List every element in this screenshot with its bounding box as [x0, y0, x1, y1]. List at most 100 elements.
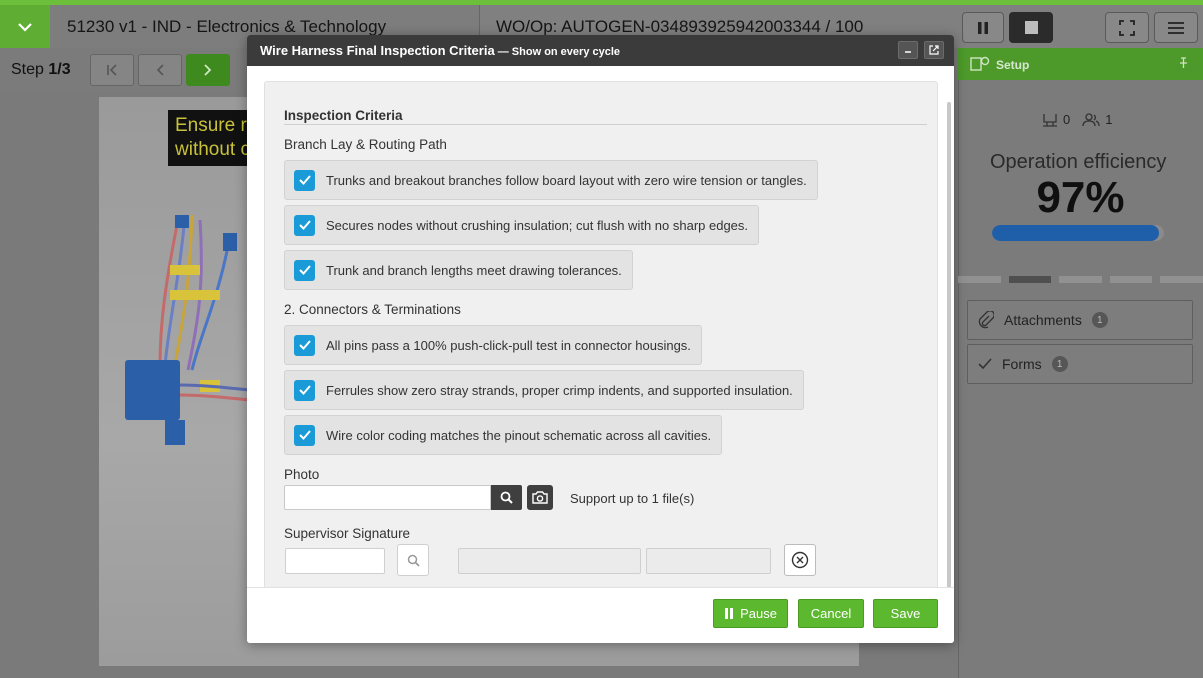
criteria-checkbox[interactable]: Wire color coding matches the pinout sch…: [284, 415, 723, 455]
stop-cycle-button[interactable]: [1009, 12, 1053, 43]
chevron-down-icon: [18, 22, 32, 32]
checkbox-checked-icon[interactable]: [294, 424, 315, 446]
step-segment-active: [1008, 276, 1052, 283]
fullscreen-button[interactable]: [1105, 12, 1149, 43]
section-divider: [284, 124, 927, 125]
station-count: 0: [1042, 112, 1070, 127]
skip-first-icon: [107, 64, 117, 76]
photo-camera-button[interactable]: [527, 485, 553, 510]
popout-dialog-button[interactable]: [924, 41, 944, 59]
save-button[interactable]: Save: [873, 599, 938, 628]
first-step-button[interactable]: [90, 54, 134, 86]
save-button-label: Save: [890, 606, 921, 621]
pause-cycle-button[interactable]: [962, 12, 1004, 43]
search-icon: [407, 554, 420, 567]
criteria-checkbox[interactable]: All pins pass a 100% push-click-pull tes…: [284, 325, 702, 365]
step-progress-segments: [958, 276, 1203, 283]
group-title-branch-lay: Branch Lay & Routing Path: [284, 137, 447, 152]
photo-label: Photo: [284, 467, 320, 482]
photo-browse-button[interactable]: [491, 485, 522, 510]
photo-file-input[interactable]: [284, 485, 491, 510]
checkbox-checked-icon[interactable]: [294, 169, 315, 191]
signature-name-field[interactable]: [458, 548, 641, 574]
criteria-label: Ferrules show zero stray strands, proper…: [326, 382, 793, 398]
checkmark-icon: [978, 358, 992, 370]
wire-harness-photo: [125, 215, 251, 445]
pause-button[interactable]: Pause: [713, 599, 788, 628]
checkbox-checked-icon[interactable]: [294, 334, 315, 356]
signature-date-field[interactable]: [646, 548, 771, 574]
step-value: 1/3: [48, 61, 71, 78]
dialog-title: Wire Harness Final Inspection Criteria —…: [260, 43, 620, 58]
dialog-title-text: Wire Harness Final Inspection Criteria: [260, 43, 495, 58]
page-title: 51230 v1 - IND - Electronics & Technolog…: [67, 17, 387, 36]
dialog-scrollbar[interactable]: [947, 102, 951, 587]
banner-line-2: without c: [175, 139, 250, 160]
clear-circle-icon: [791, 551, 809, 569]
dialog-subtitle: — Show on every cycle: [494, 46, 621, 58]
criteria-label: Secures nodes without crushing insulatio…: [326, 217, 749, 233]
signature-clear-button[interactable]: [784, 544, 816, 576]
photo-support-note: Support up to 1 file(s): [570, 491, 695, 506]
criteria-label: All pins pass a 100% push-click-pull tes…: [326, 337, 691, 353]
banner-line-1: Ensure r: [175, 115, 247, 136]
efficiency-progress-bar: [992, 225, 1164, 241]
criteria-checkbox[interactable]: Secures nodes without crushing insulatio…: [284, 205, 760, 245]
criteria-checkbox[interactable]: Ferrules show zero stray strands, proper…: [284, 370, 804, 410]
work-order-label: WO/Op: AUTOGEN-034893925942003344 / 100: [496, 17, 864, 36]
criteria-checkbox[interactable]: Trunks and breakout branches follow boar…: [284, 160, 818, 200]
signature-user-input[interactable]: [285, 548, 385, 574]
forms-button[interactable]: Forms 1: [967, 344, 1193, 384]
search-icon: [500, 491, 513, 504]
pin-icon[interactable]: [1177, 57, 1189, 69]
step-segment: [1109, 276, 1153, 283]
hamburger-icon: [1168, 21, 1184, 34]
setup-gears-icon: [970, 56, 990, 71]
minimize-dialog-button[interactable]: [898, 41, 918, 59]
signature-search-button[interactable]: [397, 544, 429, 576]
minimize-icon: [905, 51, 911, 53]
camera-icon: [532, 491, 548, 504]
section-title: Inspection Criteria: [284, 108, 403, 123]
efficiency-progress-fill: [992, 225, 1159, 241]
collapse-menu-button[interactable]: [0, 5, 50, 48]
step-segment: [1059, 276, 1102, 283]
criteria-label: Trunks and breakout branches follow boar…: [326, 172, 807, 188]
dialog-header: Wire Harness Final Inspection Criteria —…: [247, 35, 954, 66]
main-menu-button[interactable]: [1154, 12, 1198, 43]
users-icon: [1082, 112, 1100, 126]
next-step-button[interactable]: [186, 54, 230, 86]
external-link-icon: [929, 45, 939, 55]
pause-icon: [978, 21, 988, 34]
cancel-button[interactable]: Cancel: [798, 599, 864, 628]
signature-label: Supervisor Signature: [284, 526, 411, 541]
criteria-checkbox[interactable]: Trunk and branch lengths meet drawing to…: [284, 250, 633, 290]
attachments-button[interactable]: Attachments 1: [967, 300, 1193, 340]
checkbox-checked-icon[interactable]: [294, 214, 315, 236]
attachments-count-badge: 1: [1091, 312, 1108, 328]
stop-icon: [1024, 21, 1038, 34]
setup-tab[interactable]: Setup: [958, 48, 1203, 80]
dialog-footer: Pause Cancel Save: [247, 587, 954, 643]
criteria-label: Wire color coding matches the pinout sch…: [326, 427, 712, 443]
station-count-value: 0: [1063, 112, 1071, 127]
user-count: 1: [1082, 112, 1112, 127]
checkbox-checked-icon[interactable]: [294, 379, 315, 401]
step-segment: [1160, 276, 1203, 283]
pause-icon: [725, 608, 734, 619]
station-icon: [1043, 113, 1057, 127]
previous-step-button[interactable]: [138, 54, 182, 86]
step-indicator: Step 1/3: [11, 61, 71, 79]
chevron-left-icon: [156, 64, 164, 76]
instruction-banner: Ensure r without c: [168, 110, 258, 166]
setup-label: Setup: [996, 58, 1030, 72]
group-title-connectors: 2. Connectors & Terminations: [284, 302, 461, 317]
efficiency-label: Operation efficiency: [990, 151, 1167, 173]
user-count-value: 1: [1105, 112, 1113, 127]
chevron-right-icon: [204, 64, 212, 76]
fullscreen-icon: [1119, 19, 1135, 36]
operator-counts: 0 1: [1042, 112, 1112, 127]
inspection-form-dialog: Wire Harness Final Inspection Criteria —…: [247, 35, 954, 643]
forms-count-badge: 1: [1051, 356, 1068, 372]
checkbox-checked-icon[interactable]: [294, 259, 315, 281]
